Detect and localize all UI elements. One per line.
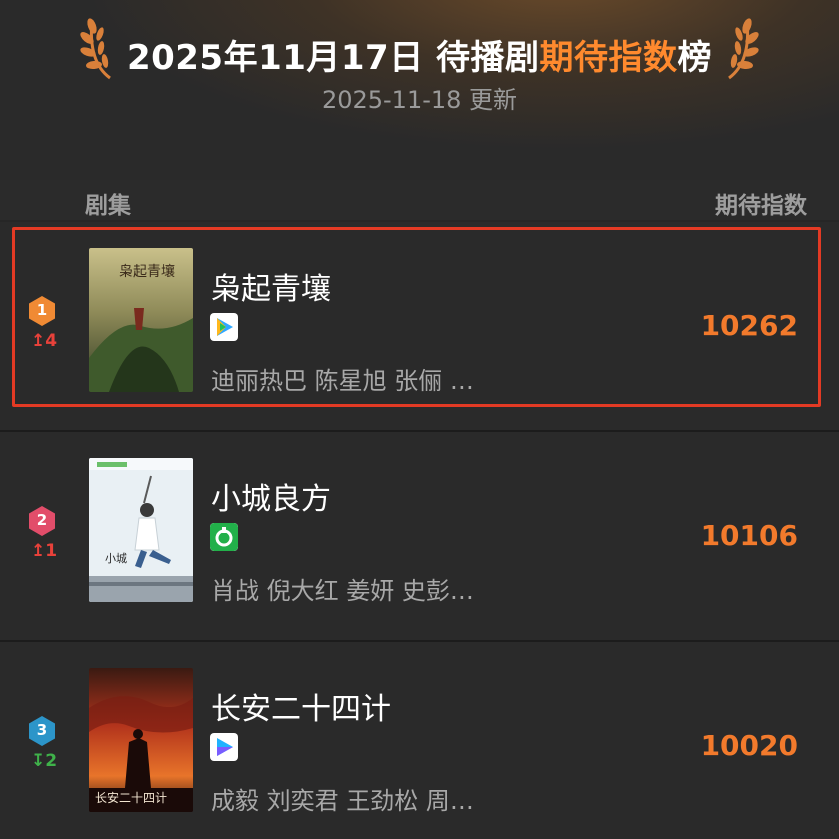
laurel-right-icon: [728, 18, 759, 80]
column-label-score: 期待指数: [715, 193, 807, 219]
cast-list: 肖战 倪大红 姜妍 史彭…: [211, 577, 474, 605]
expectation-score: 10020: [700, 729, 798, 762]
column-header: 剧集 期待指数: [0, 180, 839, 220]
poster-image[interactable]: 小城: [89, 458, 193, 602]
rank-number: 2: [36, 511, 48, 529]
update-date: 2025-11-18 更新: [321, 86, 518, 114]
poster-image[interactable]: 枭起青壤: [89, 248, 193, 392]
drama-title[interactable]: 枭起青壤: [211, 264, 331, 308]
cast-list: 成毅 刘奕君 王劲松 周…: [211, 787, 474, 815]
ranking-row-3[interactable]: 3 ↧2 长安二十四计 长安二十四计 成毅 刘奕君 王劲松 周… 10020: [0, 642, 839, 839]
expectation-score: 10262: [700, 309, 798, 342]
svg-text:小城: 小城: [105, 552, 127, 565]
ranking-row-2[interactable]: 2 ↥1 小城 小城良方 肖战 倪大红 姜妍 史彭… 10106: [0, 432, 839, 642]
page-header: 2025年11月17日 待播剧期待指数榜 2025-11-18 更新: [0, 0, 839, 180]
expectation-score: 10106: [700, 519, 798, 552]
page-title: 2025年11月17日 待播剧期待指数榜: [126, 38, 713, 78]
ranking-row-1[interactable]: 1 ↥4 枭起青壤 枭起青壤 迪丽热巴 陈星旭 张俪 … 10262: [0, 222, 839, 432]
drama-title[interactable]: 长安二十四计: [211, 684, 391, 728]
svg-text:枭起青壤: 枭起青壤: [119, 263, 175, 280]
rank-change: ↥4: [30, 331, 58, 351]
rank-change: ↧2: [30, 751, 58, 771]
rank-number: 1: [36, 301, 48, 319]
title-highlight: 期待指数: [539, 38, 678, 78]
iqiyi-icon: [210, 523, 238, 551]
drama-title[interactable]: 小城良方: [211, 474, 331, 518]
rank-change: ↥1: [30, 541, 58, 561]
poster-image[interactable]: 长安二十四计: [89, 668, 193, 812]
tencent-video-icon: [210, 313, 238, 341]
svg-text:长安二十四计: 长安二十四计: [95, 790, 167, 805]
rank-number: 3: [36, 721, 48, 739]
cast-list: 迪丽热巴 陈星旭 张俪 …: [211, 367, 474, 395]
youku-icon: [210, 733, 238, 761]
column-label-series: 剧集: [85, 193, 131, 219]
